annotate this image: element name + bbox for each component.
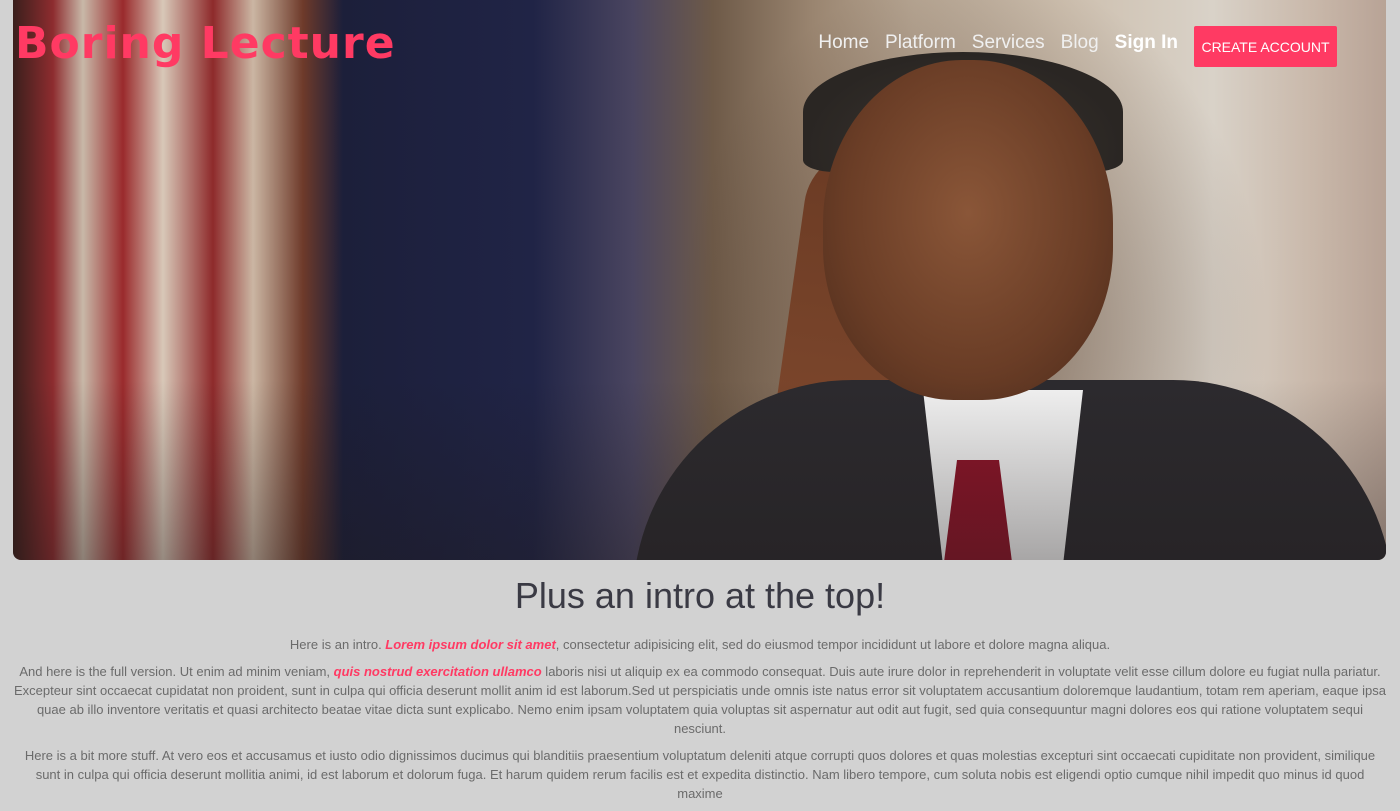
intro-p1-prefix: Here is an intro. — [289, 637, 386, 652]
nav-platform[interactable]: Platform — [885, 32, 956, 54]
intro-paragraph-3: Here is a bit more stuff. At vero eos et… — [24, 748, 1376, 801]
intro-section: Plus an intro at the top! Here is an int… — [13, 575, 1387, 811]
site-logo[interactable]: Boring Lecture — [15, 18, 396, 69]
intro-paragraph-2: And here is the full version. Ut enim ad… — [13, 662, 1387, 738]
nav-services[interactable]: Services — [972, 32, 1045, 54]
intro-p1-suffix: , consectetur adipisicing elit, sed do e… — [555, 637, 1111, 652]
hero-head-shape — [823, 60, 1113, 400]
hero-shade — [13, 380, 1386, 560]
nav-home[interactable]: Home — [818, 32, 869, 54]
intro-heading: Plus an intro at the top! — [514, 575, 886, 616]
intro-p2-prefix: And here is the full version. Ut enim ad… — [19, 664, 334, 679]
main-nav: Home Platform Services Blog Sign In — [818, 32, 1178, 54]
intro-paragraph-1: Here is an intro. Lorem ipsum dolor sit … — [13, 635, 1387, 654]
nav-blog[interactable]: Blog — [1061, 32, 1099, 54]
hero-image — [13, 0, 1386, 560]
intro-p1-highlight: Lorem ipsum dolor sit amet — [385, 637, 556, 652]
nav-sign-in[interactable]: Sign In — [1115, 32, 1178, 54]
create-account-button[interactable]: CREATE ACCOUNT — [1194, 26, 1337, 67]
intro-p2-highlight: quis nostrud exercitation ullamco — [333, 664, 542, 679]
